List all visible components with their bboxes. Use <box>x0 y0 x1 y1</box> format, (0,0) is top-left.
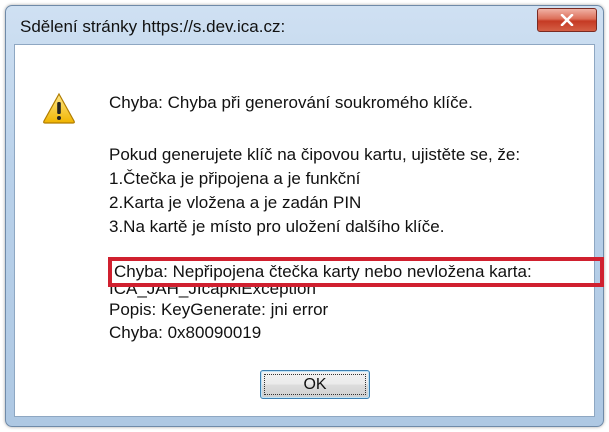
alert-dialog: Sdělení stránky https://s.dev.ica.cz: Ch… <box>5 5 604 427</box>
error-code: Chyba: 0x80090019 <box>109 323 262 342</box>
instruction-line: Pokud generujete klíč na čipovou kartu, … <box>109 145 521 164</box>
instruction-line: 1.Čtečka je připojena a je funkční <box>109 169 361 188</box>
ok-button[interactable]: OK <box>260 370 370 399</box>
ok-button-label: OK <box>303 375 327 393</box>
close-button[interactable] <box>537 8 597 32</box>
instruction-line: 2.Karta je vložena a je zadán PIN <box>109 193 362 212</box>
red-highlight-box <box>108 257 604 287</box>
dialog-title: Sdělení stránky https://s.dev.ica.cz: <box>20 17 286 36</box>
warning-icon <box>42 92 76 129</box>
error-description: Popis: KeyGenerate: jni error <box>109 300 329 319</box>
error-heading: Chyba: Chyba při generování soukromého k… <box>109 93 473 112</box>
exception-text: ICA_JAH_JIcapkiException <box>109 287 316 298</box>
instructions: Pokud generujete klíč na čipovou kartu, … <box>109 144 584 240</box>
close-icon <box>560 14 574 26</box>
instruction-line: 3.Na kartě je místo pro uložení dalšího … <box>109 217 445 236</box>
exception-line: ICA_JAH_JIcapkiException <box>109 287 459 299</box>
title-bar[interactable]: Sdělení stránky https://s.dev.ica.cz: <box>6 6 603 46</box>
dialog-body: Chyba: Chyba při generování soukromého k… <box>14 44 604 417</box>
